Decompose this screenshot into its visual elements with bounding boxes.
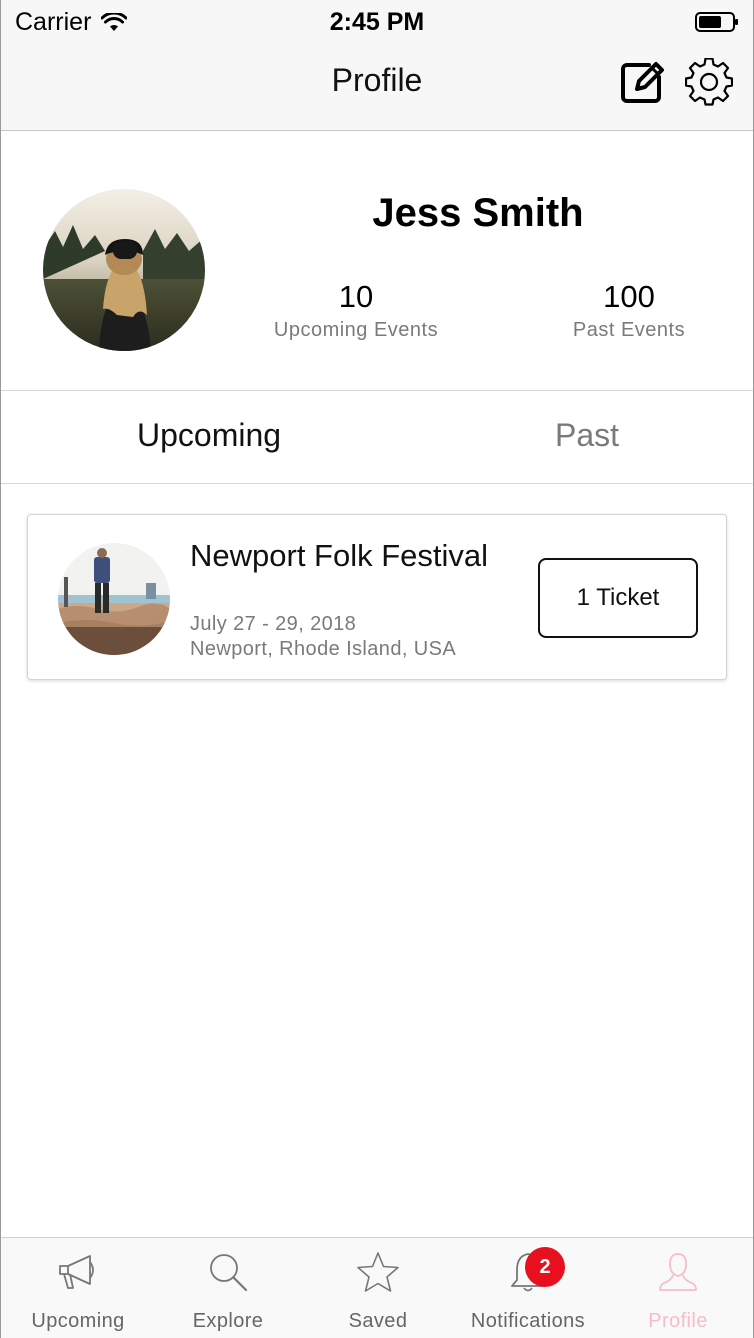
event-location: Newport, Rhode Island, USA xyxy=(190,638,457,660)
tab-past[interactable]: Past xyxy=(555,417,619,454)
status-bar: Carrier 2:45 PM xyxy=(1,0,753,44)
tabbar-label-explore: Explore xyxy=(192,1310,264,1332)
navigation-bar: Carrier 2:45 PM Profile xyxy=(1,0,753,131)
tabbar-label-saved: Saved xyxy=(348,1310,408,1332)
person-icon xyxy=(659,1253,697,1291)
tab-bar: Upcoming Explore Saved Notifications Pro… xyxy=(1,1237,753,1338)
status-time: 2:45 PM xyxy=(329,8,425,36)
events-segment-tabs: Upcoming Past xyxy=(1,391,753,484)
past-events-label: Past Events xyxy=(572,319,686,341)
past-events-stat: 100 Past Events xyxy=(529,279,729,342)
upcoming-events-label: Upcoming Events xyxy=(273,319,439,341)
upcoming-events-count: 10 xyxy=(338,279,374,314)
tabbar-item-explore[interactable]: Explore xyxy=(153,1238,303,1338)
event-date: July 27 - 29, 2018 xyxy=(190,613,357,635)
past-events-count: 100 xyxy=(603,279,655,314)
ticket-button[interactable]: 1 Ticket xyxy=(538,558,698,638)
tabbar-item-upcoming[interactable]: Upcoming xyxy=(3,1238,153,1338)
tabbar-label-upcoming: Upcoming xyxy=(31,1310,125,1332)
event-photo xyxy=(58,543,170,655)
user-name: Jess Smith xyxy=(372,191,584,235)
tabbar-label-profile: Profile xyxy=(648,1310,708,1332)
profile-screen: Carrier 2:45 PM Profile Jess Smith 10 Up… xyxy=(0,0,754,1338)
star-icon xyxy=(357,1252,399,1292)
event-title: Newport Folk Festival xyxy=(190,538,489,573)
profile-header: Jess Smith 10 Upcoming Events 100 Past E… xyxy=(1,131,753,391)
edit-profile-button[interactable] xyxy=(618,58,666,106)
edit-icon xyxy=(621,62,664,103)
event-thumbnail xyxy=(58,543,170,655)
avatar[interactable] xyxy=(43,189,205,351)
tabbar-item-saved[interactable]: Saved xyxy=(303,1238,453,1338)
upcoming-events-stat: 10 Upcoming Events xyxy=(256,279,456,342)
tabbar-label-notifications: Notifications xyxy=(470,1310,586,1332)
tab-upcoming[interactable]: Upcoming xyxy=(137,417,281,454)
megaphone-icon xyxy=(59,1255,94,1289)
event-card[interactable]: Newport Folk Festival July 27 - 29, 2018… xyxy=(27,514,727,680)
battery-icon xyxy=(695,12,738,32)
settings-button[interactable] xyxy=(685,58,733,106)
tabbar-item-notifications[interactable]: Notifications xyxy=(453,1238,603,1338)
gear-icon xyxy=(685,58,733,106)
tabbar-item-profile[interactable]: Profile xyxy=(603,1238,753,1338)
search-icon xyxy=(210,1254,248,1292)
avatar-photo xyxy=(43,189,205,351)
notifications-badge: 2 xyxy=(525,1247,565,1287)
